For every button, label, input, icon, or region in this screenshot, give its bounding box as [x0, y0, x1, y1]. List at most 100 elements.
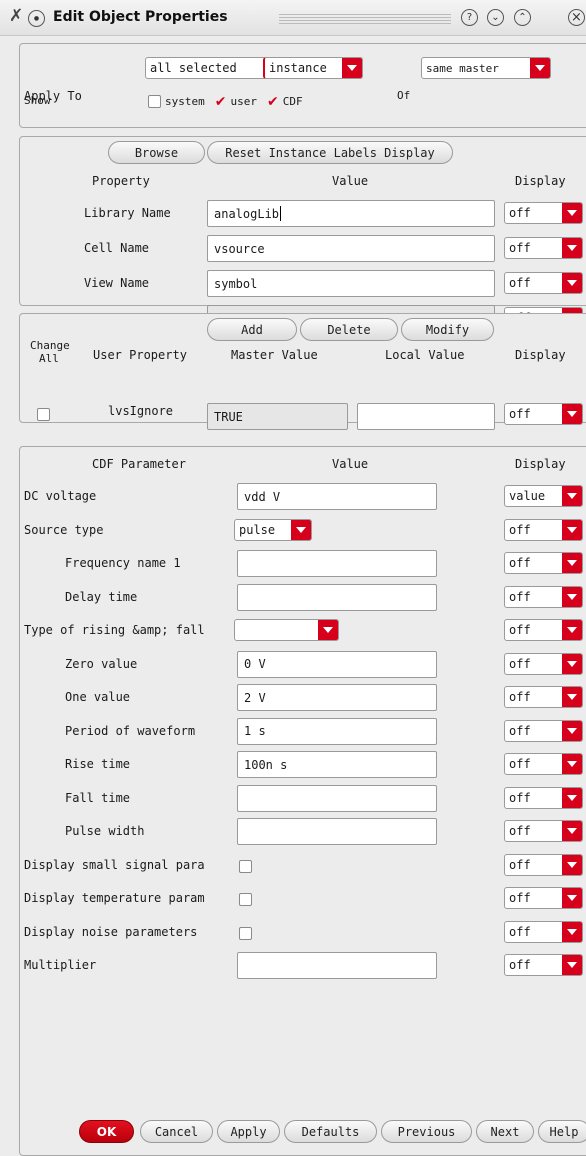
property-value: analogLib	[214, 206, 280, 221]
cdf-display-select[interactable]: off	[504, 753, 583, 775]
title-bar: ✗ ● Edit Object Properties ? ⌄ ⌃ ×	[0, 0, 586, 36]
cdf-display-select[interactable]: off	[504, 887, 583, 909]
cdf-value-select[interactable]: pulse	[234, 518, 312, 541]
show-system-checkbox[interactable]	[148, 95, 161, 108]
title-grip	[279, 14, 451, 24]
cdf-value-input[interactable]	[237, 818, 437, 845]
show-system-option[interactable]: system	[148, 95, 205, 108]
cdf-display-select[interactable]: off	[504, 652, 583, 675]
cdf-display-select-value: off	[509, 790, 531, 805]
property-display-select[interactable]: off	[504, 202, 583, 224]
cdf-checkbox[interactable]	[239, 926, 252, 940]
delete-button[interactable]: Delete	[300, 318, 398, 341]
chevron-down-icon	[342, 58, 362, 78]
cdf-display-select[interactable]: off	[504, 552, 583, 574]
property-name: Cell Name	[84, 241, 150, 255]
browse-button[interactable]: Browse	[108, 141, 205, 164]
cdf-param-label: Zero value	[65, 656, 138, 671]
cdf-value-input[interactable]	[237, 583, 437, 611]
property-value-input[interactable]: symbol	[207, 270, 495, 297]
checkmark-icon[interactable]: ✔	[215, 95, 227, 109]
chevron-down-icon	[562, 486, 582, 506]
chevron-down-icon	[562, 854, 582, 875]
cdf-display-select[interactable]: off	[504, 686, 583, 708]
cdf-value-input[interactable]: vdd V	[237, 483, 437, 510]
cdf-value: 100n s	[244, 757, 288, 772]
cdf-value-input[interactable]: 2 V	[237, 684, 437, 711]
cdf-param-label: Display noise parameters	[24, 924, 198, 939]
cdf-display-select-value: off	[509, 589, 531, 604]
maximize-icon[interactable]: ⌃	[514, 9, 531, 26]
property-display-select[interactable]: off	[504, 272, 583, 294]
apply-type-select[interactable]: instance	[263, 57, 363, 79]
cdf-display-select-value: off	[509, 757, 531, 771]
change-all-checkbox[interactable]	[37, 408, 50, 421]
cdf-display-select-value: off	[509, 522, 531, 537]
apply-button[interactable]: Apply	[217, 1120, 280, 1143]
cdf-value-input[interactable]	[237, 952, 437, 979]
cdf-checkbox[interactable]	[239, 893, 252, 906]
col-display: Display	[515, 174, 566, 188]
cdf-param-label: Pulse width	[65, 824, 145, 838]
cdf-display-select[interactable]: off	[504, 786, 583, 809]
user-display-select[interactable]: off	[504, 403, 583, 425]
col-master-value: Master Value	[231, 348, 318, 362]
close-icon[interactable]: ×	[568, 9, 585, 26]
cdf-display-select[interactable]: off	[504, 853, 583, 876]
cdf-value: 1 s	[244, 724, 266, 738]
col-property: Property	[92, 174, 150, 188]
cdf-display-select[interactable]: off	[504, 920, 583, 943]
app-menu-icon[interactable]: ✗	[9, 6, 23, 26]
col-cdf-display: Display	[515, 457, 566, 471]
local-value-input[interactable]	[357, 403, 495, 430]
show-cdf-option[interactable]: ✔ CDF	[267, 95, 303, 109]
cdf-value-input[interactable]: 100n s	[237, 751, 437, 778]
property-display-select-value: off	[509, 206, 531, 220]
chevron-down-icon	[530, 58, 550, 78]
modify-button[interactable]: Modify	[401, 318, 494, 341]
cdf-display-select-value: off	[509, 857, 531, 872]
show-user-option[interactable]: ✔ user	[215, 95, 257, 109]
cdf-value-input[interactable]	[237, 550, 437, 577]
reset-labels-button[interactable]: Reset Instance Labels Display	[207, 141, 453, 164]
cdf-display-select[interactable]: off	[504, 719, 583, 742]
help-button[interactable]: Help	[538, 1120, 586, 1143]
cdf-value-select[interactable]	[234, 619, 339, 641]
minimize-icon[interactable]: ⌄	[487, 9, 504, 26]
previous-button[interactable]: Previous	[381, 1120, 472, 1143]
cdf-display-select[interactable]: value	[504, 485, 583, 507]
chevron-down-icon	[291, 519, 311, 540]
cdf-checkbox[interactable]	[239, 859, 252, 873]
cdf-value-input[interactable]: 0 V	[237, 650, 437, 678]
cdf-value-input[interactable]: 1 s	[237, 717, 437, 745]
add-button[interactable]: Add	[207, 318, 297, 341]
property-value-input[interactable]: analogLib	[207, 200, 495, 227]
change-label: Change	[30, 339, 70, 352]
window-menu-icon[interactable]: ●	[28, 10, 45, 27]
ok-button[interactable]: OK	[79, 1120, 134, 1143]
chevron-down-icon	[562, 203, 582, 223]
cdf-display-select[interactable]: off	[504, 954, 583, 976]
cdf-display-select[interactable]: off	[504, 619, 583, 641]
cdf-display-select[interactable]: off	[504, 585, 583, 608]
cdf-param-label: Rise time	[65, 757, 131, 771]
chevron-down-icon	[562, 238, 582, 258]
cdf-display-select[interactable]: off	[504, 820, 583, 842]
chevron-down-icon	[562, 519, 582, 540]
cdf-display-select[interactable]: off	[504, 518, 583, 541]
cancel-button[interactable]: Cancel	[140, 1120, 213, 1143]
property-value-input[interactable]: vsource	[207, 235, 495, 262]
defaults-button[interactable]: Defaults	[284, 1120, 377, 1143]
checkmark-icon[interactable]: ✔	[267, 95, 279, 109]
cdf-param-label: Period of waveform	[65, 723, 196, 738]
help-icon[interactable]: ?	[461, 9, 478, 26]
show-user-label: user	[230, 95, 257, 108]
of-select[interactable]: same master	[421, 57, 551, 79]
cdf-display-select-value: off	[509, 656, 531, 671]
next-button[interactable]: Next	[476, 1120, 534, 1143]
property-value: symbol	[214, 276, 258, 291]
property-display-select[interactable]: off	[504, 237, 583, 259]
cdf-value: 0 V	[244, 657, 266, 671]
cdf-value-input[interactable]	[237, 784, 437, 812]
property-display-select-value: off	[509, 276, 531, 290]
